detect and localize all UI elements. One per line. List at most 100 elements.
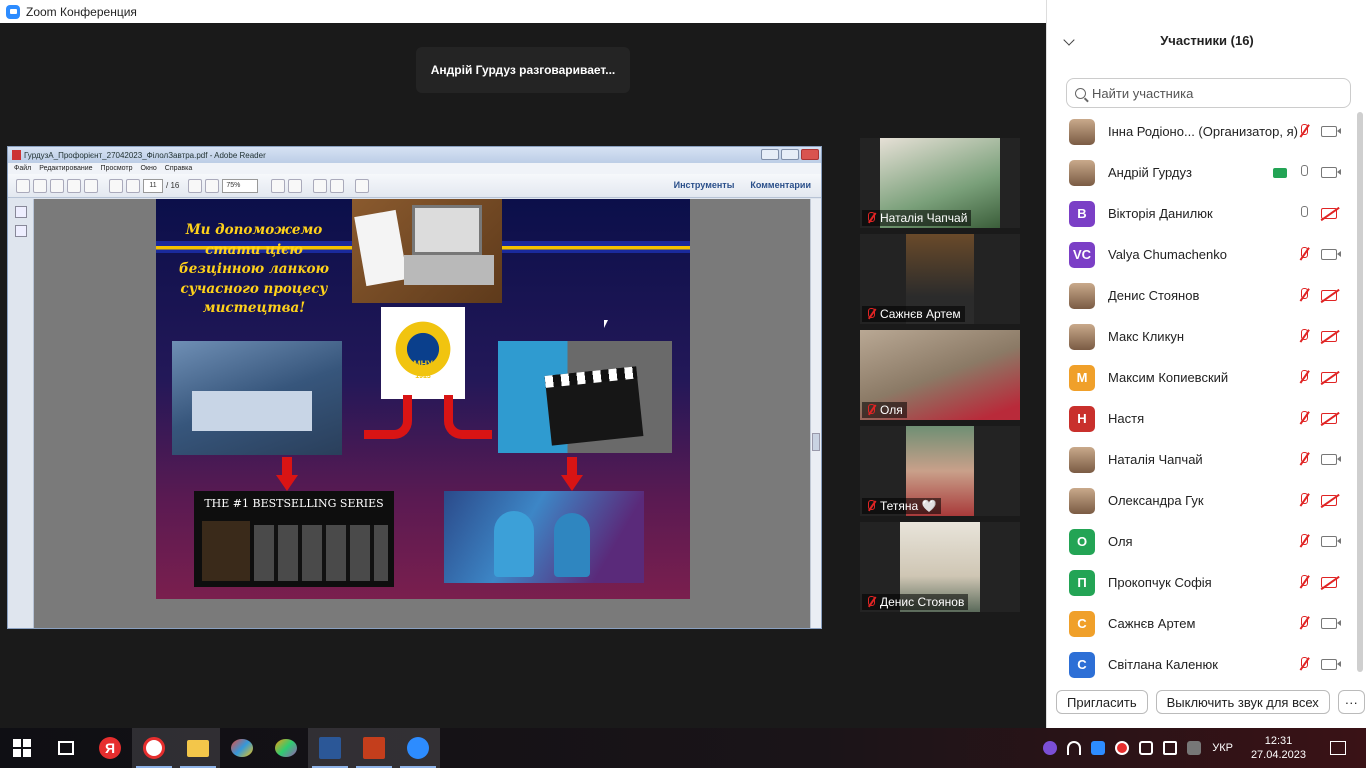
clock[interactable]: 12:31 27.04.2023 [1251,734,1306,762]
taskbar-paint-3d[interactable] [264,728,308,768]
mic-icon[interactable] [1297,206,1311,221]
attachments-icon[interactable] [15,225,27,237]
video-tile[interactable]: Оля [860,330,1020,420]
mic-muted-icon[interactable] [1297,616,1311,631]
taskbar-zoom[interactable] [396,728,440,768]
menu-view[interactable]: Просмотр [101,165,133,172]
participant-row[interactable]: Наталія Чапчай [1047,439,1357,480]
fit-page-icon[interactable] [271,178,286,193]
volume-icon[interactable] [1139,741,1154,755]
taskbar-file-explorer[interactable] [176,728,220,768]
participant-search-input[interactable]: Найти участника [1066,78,1351,108]
yandex-search-button[interactable]: Я [88,728,132,768]
menu-window[interactable]: Окно [141,165,157,172]
participant-row[interactable]: В Вікторія Данилюк [1047,193,1357,234]
mic-icon[interactable] [1297,165,1311,180]
video-tile[interactable]: Наталія Чапчай [860,138,1020,228]
start-button[interactable] [0,728,44,768]
participant-row[interactable]: С Сажнєв Артем [1047,603,1357,644]
menu-edit[interactable]: Редактирование [39,165,92,172]
zoom-select[interactable]: 75% [222,178,259,193]
mic-muted-icon[interactable] [1297,329,1311,344]
keyboard-icon[interactable] [1163,741,1178,755]
participant-row[interactable]: О Оля [1047,521,1357,562]
mic-muted-icon[interactable] [1297,124,1311,139]
comments-link[interactable]: Комментарии [750,180,811,190]
mic-muted-icon[interactable] [1297,452,1311,467]
more-options-button[interactable]: ··· [1337,690,1365,714]
video-off-icon[interactable] [1321,290,1337,301]
video-off-icon[interactable] [1321,577,1337,588]
viber-icon[interactable] [1043,741,1058,755]
participant-row[interactable]: Денис Стоянов [1047,275,1357,316]
video-off-icon[interactable] [1321,495,1337,506]
save-icon[interactable] [50,178,64,193]
participant-row[interactable]: Олександра Гук [1047,480,1357,521]
participant-list-scrollbar[interactable] [1357,112,1363,672]
video-icon[interactable] [1321,618,1341,629]
video-icon[interactable] [1321,126,1341,137]
taskbar-paint[interactable] [220,728,264,768]
reader-scrollbar[interactable] [810,199,821,628]
create-pdf-icon[interactable] [16,178,30,193]
video-icon[interactable] [1321,167,1341,178]
video-icon[interactable] [1321,536,1341,547]
taskbar-yandex-browser[interactable] [132,728,176,768]
edit-pdf-icon[interactable] [33,178,47,193]
video-tile[interactable]: Сажнєв Артем [860,234,1020,324]
video-off-icon[interactable] [1321,208,1337,219]
reader-maximize-button[interactable] [781,149,799,160]
participant-row[interactable]: Андрій Гурдуз [1047,152,1357,193]
taskbar-word[interactable] [308,728,352,768]
participant-row[interactable]: С Світлана Каленюк [1047,644,1357,685]
participant-row[interactable]: VC Valya Chumachenko [1047,234,1357,275]
language-indicator[interactable]: УКР [1212,742,1233,754]
invite-button[interactable]: Пригласить [1056,690,1148,714]
menu-help[interactable]: Справка [165,165,192,172]
page-up-icon[interactable] [109,178,123,193]
participant-row[interactable]: Інна Родіоно... (Организатор, я) [1047,111,1357,152]
participant-row[interactable]: Н Настя [1047,398,1357,439]
shared-screen-adobe-reader[interactable]: ГурдузА_Профорієнт_27042023_ФілолЗавтра.… [7,146,822,629]
pages-panel-icon[interactable] [15,206,27,218]
tools-link[interactable]: Инструменты [674,180,735,190]
zoom-out-icon[interactable] [188,178,203,193]
video-icon[interactable] [1321,454,1341,465]
taskbar-powerpoint[interactable] [352,728,396,768]
expand-icon[interactable] [355,178,370,193]
video-off-icon[interactable] [1321,331,1337,342]
reader-minimize-button[interactable] [761,149,779,160]
email-icon[interactable] [84,178,98,193]
yandex-tray-icon[interactable] [1115,741,1130,755]
page-down-icon[interactable] [126,178,140,193]
mic-muted-icon[interactable] [1297,288,1311,303]
video-off-icon[interactable] [1321,372,1337,383]
network-icon[interactable] [1187,741,1202,755]
video-tile[interactable]: Тетяна 🤍 [860,426,1020,516]
mic-muted-icon[interactable] [1297,370,1311,385]
reader-close-button[interactable] [801,149,819,160]
mic-muted-icon[interactable] [1297,657,1311,672]
notifications-icon[interactable] [1330,741,1346,755]
mic-muted-icon[interactable] [1297,575,1311,590]
page-number-input[interactable]: 11 [143,178,163,193]
zoom-tray-icon[interactable] [1091,741,1106,755]
participant-row[interactable]: П Прокопчук Софія [1047,562,1357,603]
mute-all-button[interactable]: Выключить звук для всех [1155,690,1330,714]
zoom-in-icon[interactable] [205,178,220,193]
participant-row[interactable]: Макс Кликун [1047,316,1357,357]
mic-muted-icon[interactable] [1297,534,1311,549]
video-icon[interactable] [1321,249,1341,260]
print-icon[interactable] [67,178,81,193]
video-off-icon[interactable] [1321,413,1337,424]
mic-muted-icon[interactable] [1297,411,1311,426]
fit-width-icon[interactable] [288,178,303,193]
comment-icon[interactable] [313,178,328,193]
mic-muted-icon[interactable] [1297,247,1311,262]
menu-file[interactable]: Файл [14,165,31,172]
wifi-icon[interactable] [1067,741,1082,755]
participant-row[interactable]: М Максим Копиевский [1047,357,1357,398]
highlight-icon[interactable] [330,178,345,193]
video-tile[interactable]: Денис Стоянов [860,522,1020,612]
mic-muted-icon[interactable] [1297,493,1311,508]
